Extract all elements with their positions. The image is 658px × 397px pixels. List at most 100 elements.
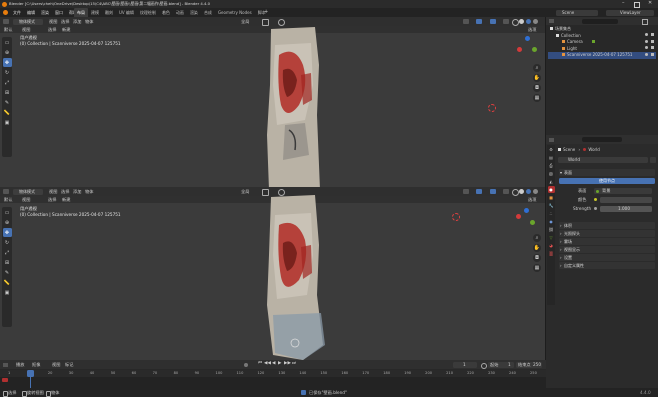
- playhead[interactable]: [27, 370, 34, 377]
- properties-search-input[interactable]: [582, 137, 622, 142]
- cursor-icon[interactable]: ⊕: [3, 218, 12, 227]
- constraints-tab-icon[interactable]: ⛓: [548, 226, 555, 233]
- tab-shading[interactable]: 着色: [159, 8, 173, 17]
- particles-tab-icon[interactable]: ∴: [548, 210, 555, 217]
- texture-tab-icon[interactable]: ▒: [548, 250, 555, 257]
- zoom-icon[interactable]: ⌕: [533, 234, 541, 242]
- modifier-tab-icon[interactable]: 🔧: [548, 202, 555, 209]
- rotate-icon[interactable]: ↻: [3, 68, 12, 77]
- mode-selector[interactable]: 物体模式: [13, 18, 43, 25]
- menu-view[interactable]: 视图: [49, 189, 57, 194]
- custom-props-section-header[interactable]: › 自定义属性: [559, 262, 655, 269]
- tab-animation[interactable]: 动画: [173, 8, 187, 17]
- shading-rendered-icon[interactable]: [533, 189, 538, 194]
- end-frame-field[interactable]: 结束点 250: [516, 362, 542, 368]
- camera-view-icon[interactable]: ◘: [533, 254, 541, 262]
- color-socket-icon[interactable]: [594, 198, 597, 201]
- tab-geometry-nodes[interactable]: Geometry Nodes: [215, 8, 255, 17]
- orientation-selector[interactable]: 全局: [241, 189, 249, 194]
- move-icon[interactable]: ✥: [2, 58, 12, 67]
- view-layer-tab-icon[interactable]: ▧: [548, 170, 555, 177]
- visibility-eye-icon[interactable]: [645, 53, 648, 56]
- menu-object[interactable]: 物体: [85, 19, 93, 24]
- editor-type-icon[interactable]: [3, 189, 9, 194]
- minimize-button[interactable]: –: [622, 1, 625, 6]
- submenu-select[interactable]: 选择: [48, 27, 56, 32]
- shading-wireframe-icon[interactable]: [512, 19, 519, 26]
- start-frame-field[interactable]: 起始 1: [488, 362, 514, 368]
- volume-section-header[interactable]: › 体积: [559, 222, 655, 229]
- outliner-search-input[interactable]: [582, 18, 618, 24]
- navigation-gizmo-top[interactable]: [515, 36, 539, 60]
- prev-keyframe-icon[interactable]: ◀◀: [264, 361, 271, 367]
- play-reverse-icon[interactable]: ◀: [272, 361, 275, 367]
- menu-window[interactable]: 窗口: [52, 8, 66, 17]
- tab-compositing[interactable]: 合成: [201, 8, 215, 17]
- light-probe-section-header[interactable]: › 光照探头: [559, 230, 655, 237]
- submenu-default[interactable]: 默认: [4, 197, 12, 202]
- submenu-new[interactable]: 新建: [62, 27, 70, 32]
- tab-rendering[interactable]: 渲染: [187, 8, 201, 17]
- navigation-gizmo-bottom[interactable]: [514, 206, 538, 230]
- options-button[interactable]: 选项: [528, 27, 536, 32]
- 3d-cursor-icon[interactable]: [452, 213, 460, 221]
- annotate-icon[interactable]: ✎: [3, 98, 12, 107]
- viewport-top[interactable]: 物体模式 视图 选择 添加 物体 全局 默认 视图 选择 新建 选项 用户透视 …: [0, 17, 545, 187]
- menu-add[interactable]: 添加: [73, 19, 81, 24]
- perspective-toggle-icon[interactable]: ▦: [533, 94, 541, 102]
- cursor-icon[interactable]: ⊕: [3, 48, 12, 57]
- transform-icon[interactable]: ⊞: [3, 88, 12, 97]
- menu-playback[interactable]: 播放: [16, 362, 24, 367]
- xray-toggle-icon[interactable]: [503, 189, 509, 194]
- view-layer-selector[interactable]: ViewLayer: [606, 9, 654, 16]
- shading-solid-icon[interactable]: [519, 19, 524, 24]
- mode-selector[interactable]: 物体模式: [13, 188, 43, 195]
- axis-z-icon[interactable]: [525, 36, 530, 41]
- submenu-select[interactable]: 选择: [48, 197, 56, 202]
- menu-keying[interactable]: 抠像: [32, 362, 40, 367]
- filter-icon[interactable]: [642, 19, 648, 25]
- shading-rendered-icon[interactable]: [533, 19, 538, 24]
- menu-view[interactable]: 视图: [49, 19, 57, 24]
- timeline-track-area[interactable]: [0, 377, 546, 388]
- mist-section-header[interactable]: › 雾场: [559, 238, 655, 245]
- overlay-toggle-icon[interactable]: [490, 19, 496, 24]
- xray-toggle-icon[interactable]: [503, 19, 509, 24]
- close-button[interactable]: ✕: [648, 1, 652, 6]
- next-keyframe-icon[interactable]: ▶▶: [284, 361, 291, 367]
- menu-add[interactable]: 添加: [73, 189, 81, 194]
- strength-field[interactable]: 1.000: [600, 206, 652, 212]
- 3d-cursor-icon[interactable]: [488, 104, 496, 112]
- tab-texture-paint[interactable]: 纹理绘制: [137, 8, 159, 17]
- outliner-editor-icon[interactable]: [549, 19, 554, 23]
- gizmo-toggle-icon[interactable]: [476, 19, 482, 24]
- menu-select[interactable]: 选择: [61, 189, 69, 194]
- viewport-display-section-header[interactable]: › 视图显示: [559, 246, 655, 253]
- properties-editor-icon[interactable]: [549, 137, 554, 142]
- record-icon[interactable]: [244, 362, 248, 367]
- blender-menu-icon[interactable]: [3, 10, 8, 15]
- editor-type-icon[interactable]: [3, 19, 9, 24]
- menu-file[interactable]: 文件: [10, 8, 24, 17]
- shading-wireframe-icon[interactable]: [512, 189, 519, 196]
- move-icon[interactable]: ✥: [2, 228, 12, 237]
- pan-icon[interactable]: ✋: [533, 244, 541, 252]
- tool-tab-icon[interactable]: ⚙: [548, 146, 555, 153]
- submenu-view[interactable]: 视图: [22, 27, 30, 32]
- visibility-icon[interactable]: [463, 189, 469, 194]
- object-tab-icon[interactable]: ■: [548, 194, 555, 201]
- summary-keyframe-icon[interactable]: [2, 378, 8, 382]
- jump-start-icon[interactable]: ⏮: [258, 361, 262, 367]
- rotate-icon[interactable]: ↻: [3, 238, 12, 247]
- scale-icon[interactable]: ⤢: [3, 78, 12, 87]
- annotate-icon[interactable]: ✎: [3, 268, 12, 277]
- menu-view[interactable]: 视图: [52, 362, 60, 367]
- axis-y-icon[interactable]: [530, 220, 535, 225]
- render-toggle-icon[interactable]: [651, 33, 654, 36]
- fake-user-icon[interactable]: [650, 157, 656, 163]
- perspective-toggle-icon[interactable]: ▦: [533, 264, 541, 272]
- outliner-item-scanniverse[interactable]: Scanniverse 2025-04-07 125751: [548, 52, 656, 59]
- menu-marker[interactable]: 标记: [65, 362, 73, 367]
- visibility-eye-icon[interactable]: [645, 46, 648, 49]
- menu-select[interactable]: 选择: [61, 19, 69, 24]
